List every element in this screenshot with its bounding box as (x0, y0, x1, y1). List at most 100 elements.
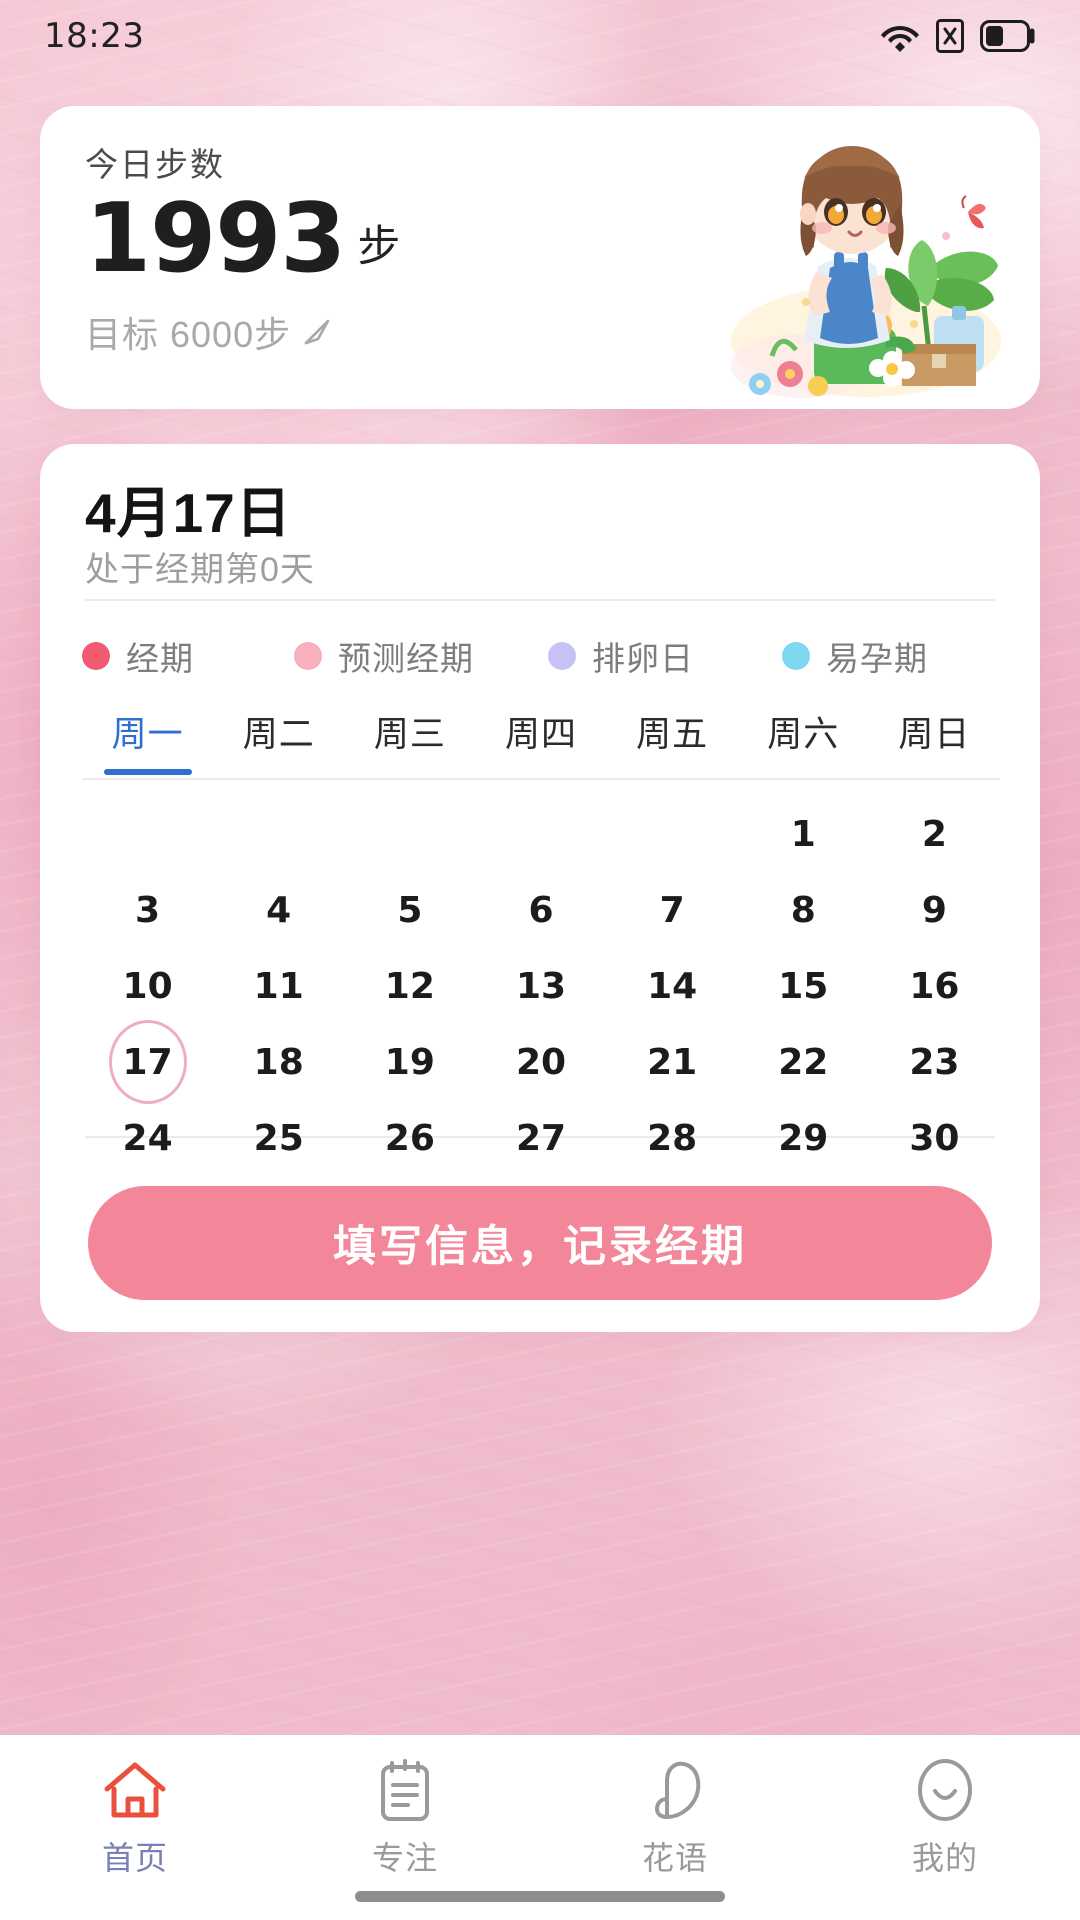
weekday-label: 周日 (898, 715, 971, 754)
calendar-day-cell[interactable]: 27 (475, 1100, 606, 1176)
calendar-day-number: 25 (253, 1117, 304, 1159)
legend-label: 经期 (126, 640, 194, 677)
calendar-day-number: 23 (909, 1041, 960, 1083)
calendar-day-number: 11 (253, 965, 304, 1007)
calendar-day-cell[interactable]: 11 (213, 948, 344, 1024)
calendar-day-cell[interactable]: 24 (82, 1100, 213, 1176)
calendar-day-cell[interactable]: 6 (475, 872, 606, 948)
calendar-day-cell[interactable]: 13 (475, 948, 606, 1024)
record-period-button[interactable]: 填写信息，记录经期 (88, 1186, 992, 1300)
petal-icon (638, 1753, 712, 1827)
legend-label: 易孕期 (826, 640, 928, 677)
legend-color-dot (782, 642, 810, 670)
legend-label: 排卵日 (592, 640, 694, 677)
weekday-rule (82, 778, 1000, 780)
weekday-4[interactable]: 周四 (475, 706, 606, 775)
battery-icon (980, 20, 1035, 52)
calendar-day-number: 10 (122, 965, 173, 1007)
calendar-day-number: 1 (790, 813, 816, 855)
calendar-day-cell[interactable]: 21 (607, 1024, 738, 1100)
steps-goal-row[interactable]: 目标 6000步 (85, 306, 333, 358)
legend-color-dot (294, 642, 322, 670)
steps-card-title: 今日步数 (85, 146, 225, 183)
tab-flower-language-label: 花语 (641, 1840, 708, 1876)
weekday-5[interactable]: 周五 (607, 706, 738, 775)
calendar-day-cell[interactable]: 23 (869, 1024, 1000, 1100)
calendar-day-number: 4 (266, 889, 292, 931)
calendar-day-cell[interactable]: 26 (344, 1100, 475, 1176)
legend-item: 易孕期 (782, 632, 928, 680)
calendar-day-number: 15 (778, 965, 829, 1007)
calendar-day-number: 17 (122, 1041, 173, 1083)
calendar-day-cell[interactable]: 10 (82, 948, 213, 1024)
divider-top (85, 599, 995, 601)
tab-flower-language[interactable]: 花语 (540, 1753, 810, 1879)
tab-home[interactable]: 首页 (0, 1753, 270, 1879)
calendar-day-cell[interactable]: 20 (475, 1024, 606, 1100)
home-indicator[interactable] (355, 1891, 725, 1902)
calendar-day-cell[interactable]: 17 (82, 1024, 213, 1100)
calendar-day-cell[interactable]: 19 (344, 1024, 475, 1100)
no-signal-icon (936, 19, 964, 53)
record-period-button-label: 填写信息，记录经期 (333, 1223, 747, 1271)
calendar-day-cell[interactable]: 9 (869, 872, 1000, 948)
calendar-day-cell[interactable]: 7 (607, 872, 738, 948)
calendar-day-cell[interactable]: 2 (869, 796, 1000, 872)
legend-item: 排卵日 (548, 632, 694, 680)
calendar-day-number: 30 (909, 1117, 960, 1159)
girl-gardening-illustration (731, 146, 1001, 398)
calendar-day-cell[interactable]: 15 (738, 948, 869, 1024)
calendar-day-cell[interactable]: 5 (344, 872, 475, 948)
status-bar: 18:23 (0, 0, 1080, 72)
legend-color-dot (548, 642, 576, 670)
weekday-7[interactable]: 周日 (869, 706, 1000, 775)
calendar-day-cell[interactable]: 1 (738, 796, 869, 872)
calendar-day-cell[interactable]: 16 (869, 948, 1000, 1024)
calendar-day-number: 27 (515, 1117, 567, 1159)
calendar-cell-empty (607, 796, 738, 872)
period-calendar-card[interactable]: 4月17日 处于经期第0天 经期 预测经期 排卵日 易孕期 周一 周二 周三 周四 周五 周六周… (40, 444, 1040, 1332)
calendar-day-cell[interactable]: 25 (213, 1100, 344, 1176)
calendar-day-number: 24 (122, 1117, 173, 1159)
weekday-1[interactable]: 周一 (82, 706, 213, 775)
calendar-day-cell[interactable]: 18 (213, 1024, 344, 1100)
calendar-day-cell[interactable]: 22 (738, 1024, 869, 1100)
period-date-title: 4月17日 (85, 482, 292, 544)
steps-card[interactable]: 今日步数 1993 步 目标 6000步 (40, 106, 1040, 409)
tab-focus-label: 专注 (371, 1840, 438, 1876)
weekday-3[interactable]: 周三 (344, 706, 475, 775)
calendar-day-number: 20 (515, 1041, 567, 1083)
steps-value-row: 1993 步 (85, 184, 400, 294)
tab-focus[interactable]: 专注 (270, 1753, 540, 1879)
calendar-day-cell[interactable]: 14 (607, 948, 738, 1024)
calendar-cell-empty (82, 796, 213, 872)
period-status-subtitle: 处于经期第0天 (85, 551, 315, 589)
calendar-day-number: 8 (790, 889, 816, 931)
bottom-tab-bar[interactable]: 首页 专注 花语 我的 (0, 1735, 1080, 1920)
pencil-edit-icon[interactable] (301, 316, 333, 348)
calendar-day-cell[interactable]: 4 (213, 872, 344, 948)
calendar-day-cell[interactable]: 3 (82, 872, 213, 948)
calendar-day-number: 12 (384, 965, 435, 1007)
weekday-header: 周一 周二 周三 周四 周五 周六 周日 (82, 706, 1000, 775)
tab-home-label: 首页 (101, 1840, 168, 1876)
wifi-icon (881, 26, 919, 52)
weekday-label: 周四 (504, 715, 577, 754)
calendar-day-cell[interactable]: 12 (344, 948, 475, 1024)
status-bar-clock: 18:23 (44, 16, 145, 56)
calendar-day-cell[interactable]: 28 (607, 1100, 738, 1176)
calendar-cell-empty (213, 796, 344, 872)
calendar-day-cell[interactable]: 30 (869, 1100, 1000, 1176)
steps-count: 1993 (85, 184, 346, 294)
weekday-2[interactable]: 周二 (213, 706, 344, 775)
calendar-grid[interactable]: 1 2 3 4 5 6 7 8 9 10 11 12 13 14 15 16 17 18 19 20 21 22 23 24 2… (82, 796, 1000, 1176)
legend-item: 经期 (82, 632, 194, 680)
calendar-cell-empty (344, 796, 475, 872)
calendar-day-number: 19 (384, 1041, 435, 1083)
calendar-day-number: 3 (135, 889, 161, 931)
tab-profile[interactable]: 我的 (810, 1753, 1080, 1879)
calendar-day-cell[interactable]: 29 (738, 1100, 869, 1176)
weekday-6[interactable]: 周六 (738, 706, 869, 775)
calendar-day-number: 29 (778, 1117, 829, 1159)
calendar-day-cell[interactable]: 8 (738, 872, 869, 948)
